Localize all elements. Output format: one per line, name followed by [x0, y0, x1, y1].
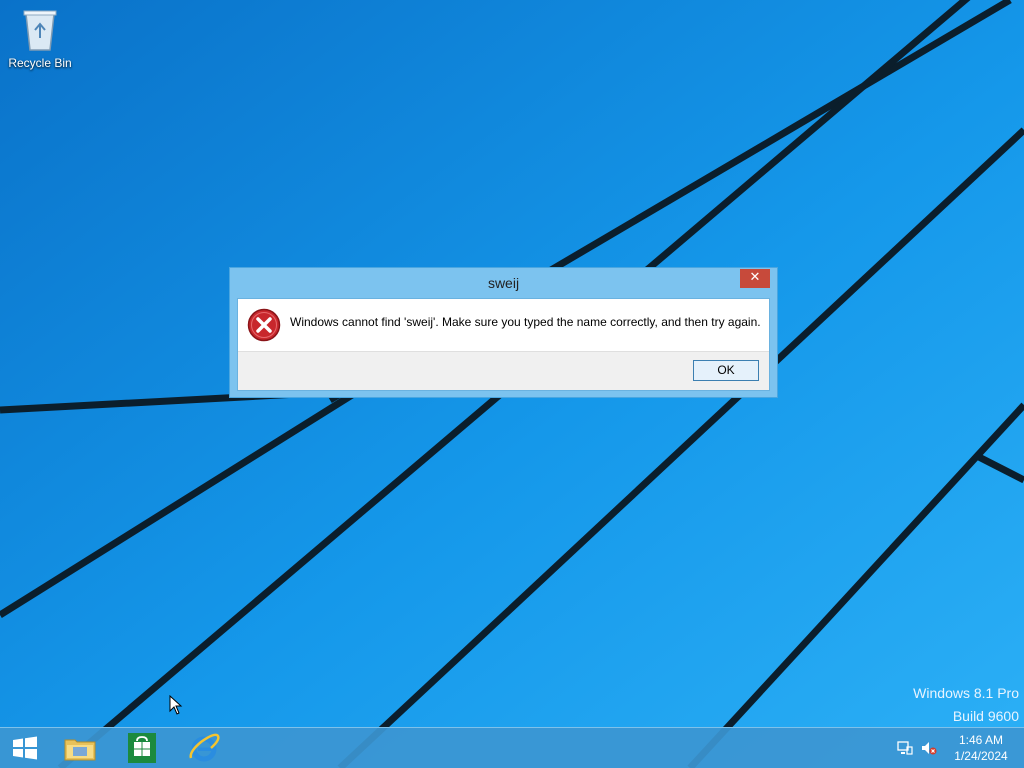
start-button[interactable]	[8, 732, 42, 764]
close-button[interactable]: ✕	[740, 269, 770, 288]
watermark-edition: Windows 8.1 Pro	[913, 685, 1019, 701]
file-explorer-button[interactable]	[63, 732, 97, 764]
recycle-bin-icon	[20, 6, 60, 54]
taskbar: 1:46 AM 1/24/2024	[0, 727, 1024, 768]
volume-muted-icon[interactable]	[921, 740, 937, 756]
windows-watermark: Windows 8.1 Pro Build 9600	[913, 684, 1019, 730]
dialog-content: Windows cannot find 'sweij'. Make sure y…	[237, 298, 770, 391]
ie-icon	[189, 733, 220, 762]
system-clock[interactable]: 1:46 AM 1/24/2024	[945, 732, 1017, 764]
error-dialog: sweij ✕ Windows cannot find 'sweij'. Mak…	[229, 267, 778, 398]
error-icon	[247, 308, 281, 342]
ok-button[interactable]: OK	[693, 360, 759, 381]
error-message: Windows cannot find 'sweij'. Make sure y…	[290, 315, 761, 329]
clock-time: 1:46 AM	[958, 733, 1004, 747]
recycle-bin-desktop-icon[interactable]: Recycle Bin	[4, 6, 76, 70]
dialog-title: sweij	[487, 275, 520, 291]
mouse-cursor-icon	[169, 694, 183, 715]
clock-date: 1/24/2024	[954, 749, 1008, 763]
network-icon[interactable]	[897, 740, 913, 756]
store-icon	[128, 733, 156, 763]
recycle-bin-label: Recycle Bin	[8, 56, 72, 70]
message-area: Windows cannot find 'sweij'. Make sure y…	[238, 299, 769, 352]
windows-logo-icon	[13, 736, 37, 760]
watermark-build: Build 9600	[952, 708, 1019, 724]
internet-explorer-button[interactable]	[187, 732, 221, 764]
store-button[interactable]	[125, 732, 159, 764]
folder-icon	[64, 739, 96, 761]
